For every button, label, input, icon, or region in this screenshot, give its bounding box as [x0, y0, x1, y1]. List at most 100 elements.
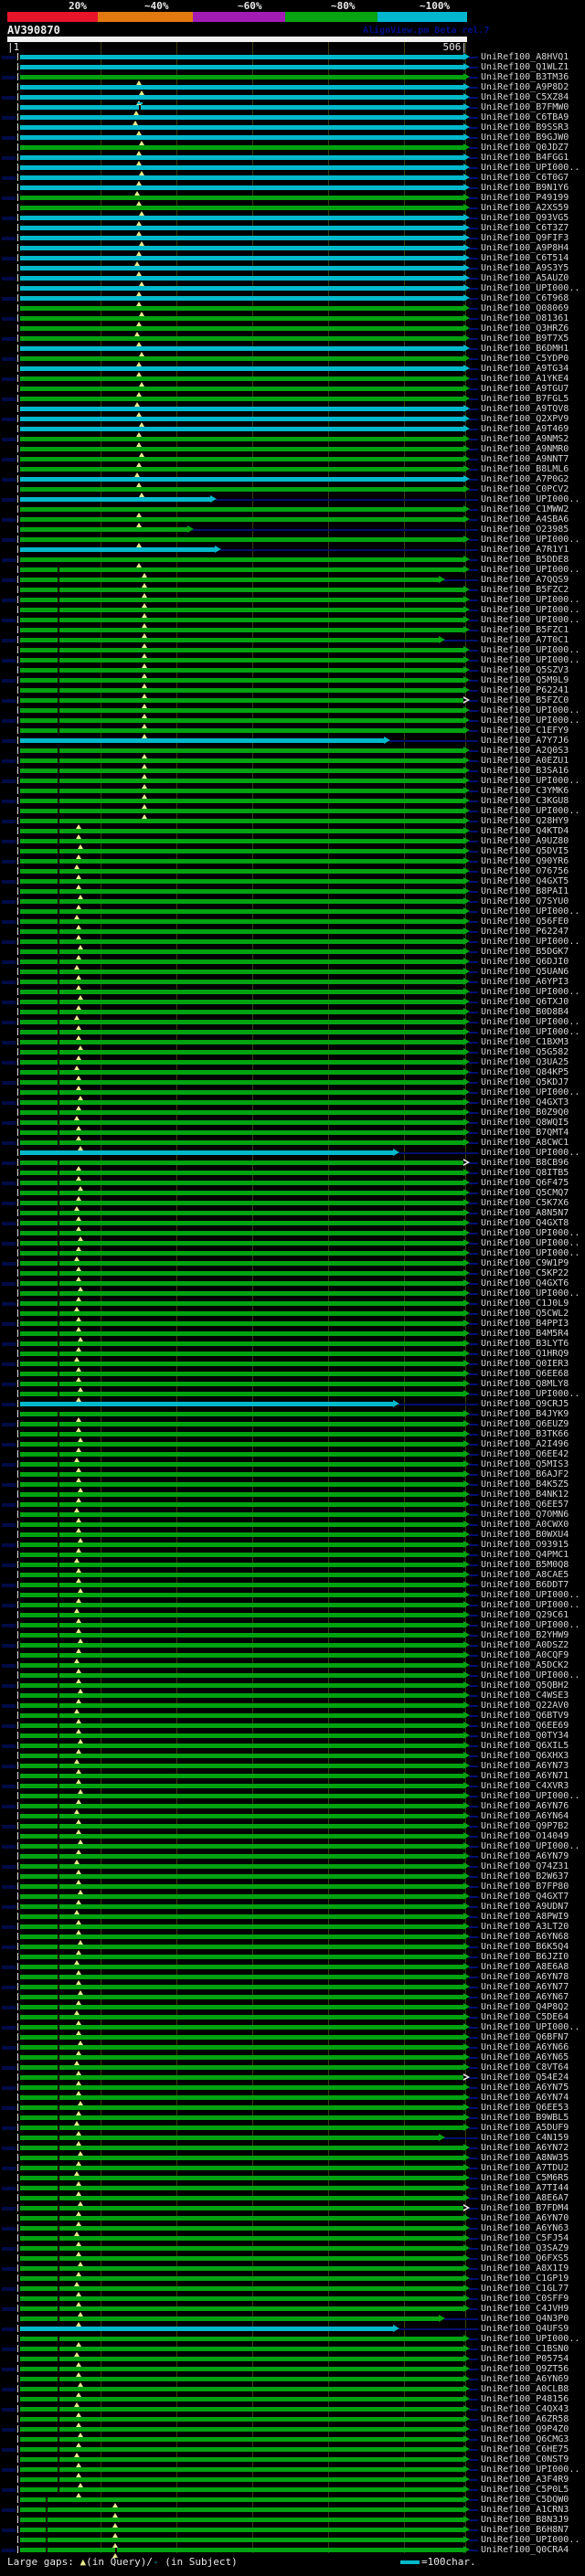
hit-label[interactable]: UniRef100_B4JYK9 [481, 1409, 569, 1419]
alignment-bar[interactable] [20, 1653, 463, 1658]
alignment-bar[interactable] [20, 2387, 463, 2391]
alignment-bar[interactable] [20, 638, 439, 642]
hit-label[interactable]: UniRef100_Q6CMG3 [481, 2434, 569, 2444]
hit-label[interactable]: UniRef100_UPI000.. [481, 1238, 580, 1248]
alignment-bar[interactable] [20, 929, 463, 934]
hit-label[interactable]: UniRef100_B9T7X5 [481, 334, 569, 344]
alignment-bar[interactable] [20, 135, 463, 140]
hit-label[interactable]: UniRef100_A9NNT7 [481, 454, 569, 464]
alignment-bar[interactable] [20, 387, 463, 391]
hit-label[interactable]: UniRef100_B5DDE8 [481, 555, 569, 565]
hit-label[interactable]: UniRef100_UPI000.. [481, 987, 580, 997]
alignment-bar[interactable] [20, 1171, 463, 1175]
alignment-bar[interactable] [20, 839, 463, 843]
alignment-bar[interactable] [20, 1120, 463, 1125]
hit-label[interactable]: UniRef100_UPI000.. [481, 716, 580, 726]
alignment-bar[interactable] [20, 618, 463, 622]
hit-label[interactable]: UniRef100_A8E6A8 [481, 1962, 569, 1972]
alignment-bar[interactable] [20, 1814, 463, 1818]
alignment-bar[interactable] [20, 437, 463, 441]
hit-label[interactable]: UniRef100_A2XS59 [481, 203, 569, 213]
alignment-bar[interactable] [20, 1904, 463, 1909]
hit-label[interactable]: UniRef100_UPI000.. [481, 937, 580, 947]
hit-label[interactable]: UniRef100_UPI000.. [481, 565, 580, 575]
hit-label[interactable]: UniRef100_Q6EE42 [481, 1449, 569, 1459]
hit-label[interactable]: UniRef100_Q7OMN6 [481, 1510, 569, 1520]
alignment-bar[interactable] [20, 1593, 463, 1597]
hit-label[interactable]: UniRef100_C1BXM3 [481, 1037, 569, 1047]
alignment-bar[interactable] [20, 980, 463, 984]
hit-label[interactable]: UniRef100_Q8MLY8 [481, 1379, 569, 1389]
hit-label[interactable]: UniRef100_C5DE64 [481, 2012, 569, 2022]
hit-label[interactable]: UniRef100_P62241 [481, 685, 569, 695]
hit-label[interactable]: UniRef100_B5FZC2 [481, 585, 569, 595]
hit-label[interactable]: UniRef100_A0DSZ2 [481, 1640, 569, 1650]
alignment-bar[interactable] [20, 537, 463, 542]
hit-label[interactable]: UniRef100_C1GL77 [481, 2284, 569, 2294]
hit-label[interactable]: UniRef100_Q0TY34 [481, 1731, 569, 1741]
hit-label[interactable]: UniRef100_B0Z9Q0 [481, 1108, 569, 1118]
alignment-bar[interactable] [20, 2115, 463, 2120]
hit-label[interactable]: UniRef100_C9W1P9 [481, 1258, 569, 1268]
alignment-bar[interactable] [20, 1884, 463, 1889]
hit-label[interactable]: UniRef100_C8VT64 [481, 2062, 569, 2072]
hit-label[interactable]: UniRef100_UPI000.. [481, 535, 580, 545]
alignment-bar[interactable] [20, 859, 463, 864]
alignment-bar[interactable] [20, 497, 210, 502]
alignment-bar[interactable] [20, 648, 463, 652]
alignment-bar[interactable] [20, 2397, 463, 2401]
alignment-bar[interactable] [20, 2377, 463, 2381]
hit-label[interactable]: UniRef100_B2W637 [481, 1871, 569, 1882]
alignment-bar[interactable] [20, 2226, 463, 2231]
alignment-bar[interactable] [20, 1321, 463, 1326]
alignment-bar[interactable] [20, 1894, 463, 1899]
hit-label[interactable]: UniRef100_A2Q0S3 [481, 746, 569, 756]
alignment-bar[interactable] [20, 155, 463, 160]
alignment-bar[interactable] [20, 1995, 463, 1999]
hit-label[interactable]: UniRef100_B8CB96 [481, 1158, 569, 1168]
hit-label[interactable]: UniRef100_Q9CRJ5 [481, 1399, 569, 1409]
hit-label[interactable]: UniRef100_A6YN79 [481, 1851, 569, 1861]
alignment-bar[interactable] [20, 1512, 463, 1517]
alignment-bar[interactable] [20, 1412, 463, 1416]
hit-label[interactable]: UniRef100_Q7SYU0 [481, 896, 569, 906]
hit-label[interactable]: UniRef100_A0CQF9 [481, 1650, 569, 1660]
hit-label[interactable]: UniRef100_C3YMK6 [481, 786, 569, 796]
hit-label[interactable]: UniRef100_UPI000.. [481, 605, 580, 615]
hit-label[interactable]: UniRef100_C6T514 [481, 253, 569, 263]
alignment-bar[interactable] [20, 547, 215, 552]
hit-label[interactable]: UniRef100_O93915 [481, 1540, 569, 1550]
alignment-bar[interactable] [20, 1462, 463, 1467]
hit-label[interactable]: UniRef100_B2YHW9 [481, 1630, 569, 1640]
alignment-bar[interactable] [20, 417, 463, 421]
alignment-bar[interactable] [20, 1542, 463, 1547]
hit-label[interactable]: UniRef100_Q22AV0 [481, 1701, 569, 1711]
hit-label[interactable]: UniRef100_O14049 [481, 1831, 569, 1841]
alignment-bar[interactable] [20, 1020, 463, 1024]
alignment-bar[interactable] [20, 849, 463, 853]
hit-label[interactable]: UniRef100_B0WXU4 [481, 1530, 569, 1540]
alignment-bar[interactable] [20, 1522, 463, 1527]
hit-label[interactable]: UniRef100_A9TQV8 [481, 404, 569, 414]
hit-label[interactable]: UniRef100_B9N1Y6 [481, 183, 569, 193]
alignment-bar[interactable] [20, 1432, 463, 1436]
hit-label[interactable]: UniRef100_C5XZ84 [481, 92, 569, 102]
hit-label[interactable]: UniRef100_C3KGU8 [481, 796, 569, 806]
alignment-bar[interactable] [20, 2507, 463, 2512]
hit-label[interactable]: UniRef100_B9WBL5 [481, 2113, 569, 2123]
hit-label[interactable]: UniRef100_Q8ITB5 [481, 1168, 569, 1178]
alignment-bar[interactable] [20, 356, 463, 361]
alignment-bar[interactable] [20, 1452, 463, 1457]
hit-label[interactable]: UniRef100_A6YN68 [481, 1932, 569, 1942]
alignment-bar[interactable] [20, 2266, 463, 2271]
alignment-bar[interactable] [20, 1583, 463, 1587]
hit-label[interactable]: UniRef100_Q1WLZ1 [481, 62, 569, 72]
hit-label[interactable]: UniRef100_Q6FXS5 [481, 2253, 569, 2263]
hit-label[interactable]: UniRef100_A6YN66 [481, 2042, 569, 2052]
hit-label[interactable]: UniRef100_C6TBA9 [481, 112, 569, 122]
hit-label[interactable]: UniRef100_A8CWC1 [481, 1138, 569, 1148]
alignment-bar[interactable] [20, 2075, 463, 2080]
hit-label[interactable]: UniRef100_C4QX43 [481, 2404, 569, 2414]
alignment-bar[interactable] [20, 2125, 463, 2130]
alignment-bar[interactable] [20, 2337, 463, 2341]
